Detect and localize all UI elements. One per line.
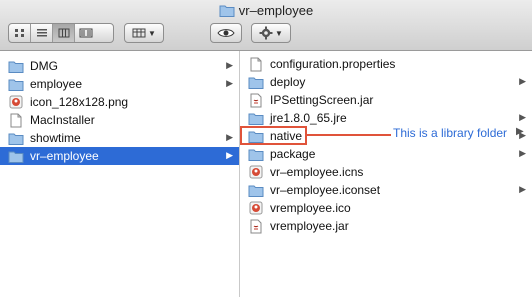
list-view-button[interactable] [31, 24, 53, 42]
left-row[interactable]: showtime ▶ [0, 129, 239, 147]
file-name: deploy [270, 75, 306, 89]
disclosure-arrow-icon: ▶ [226, 78, 233, 88]
window-title: vr–employee [0, 3, 532, 20]
quick-look-button[interactable] [210, 23, 242, 43]
folder-icon [219, 4, 235, 20]
file-name: MacInstaller [30, 113, 95, 127]
folder-icon [8, 131, 24, 145]
file-name: DMG [30, 59, 58, 73]
eye-icon [217, 29, 235, 37]
jar-file-icon [248, 93, 264, 107]
image-file-icon [248, 165, 264, 179]
column-view-button[interactable] [53, 24, 75, 42]
file-name: vremployee.ico [270, 201, 351, 215]
file-name: vr–employee.icns [270, 165, 364, 179]
column-2: configuration.properties deploy ▶ IPSetting… [240, 51, 532, 297]
disclosure-arrow-icon: ▶ [519, 184, 526, 194]
file-name: icon_128x128.png [30, 95, 129, 109]
file-name: vr–employee [30, 149, 99, 163]
file-name: package [270, 147, 316, 161]
list-view-icon [36, 29, 47, 37]
window-titlebar: vr–employee ▼ ▼ [0, 0, 532, 51]
jar-file-icon [248, 219, 264, 233]
disclosure-arrow-icon: ▶ [226, 150, 233, 160]
file-name: configuration.properties [270, 57, 396, 71]
column-browser: DMG ▶ employee ▶ icon_128x128.png MacInstalle… [0, 51, 532, 297]
coverflow-view-icon [79, 28, 93, 38]
column-1-list: DMG ▶ employee ▶ icon_128x128.png MacInstalle… [0, 51, 239, 165]
window-title-text: vr–employee [238, 3, 314, 18]
document-icon [248, 57, 264, 71]
view-mode-group [8, 23, 114, 43]
chevron-down-icon: ▼ [275, 28, 283, 38]
right-row[interactable]: deploy ▶ [240, 73, 532, 91]
right-row[interactable]: package ▶ [240, 145, 532, 163]
annotation-line [307, 134, 391, 136]
gear-icon [259, 26, 273, 40]
right-row[interactable]: vremployee.jar [240, 217, 532, 235]
right-row[interactable]: configuration.properties [240, 55, 532, 73]
column-view-icon [58, 28, 69, 38]
icon-view-button[interactable] [9, 24, 31, 42]
file-name: employee [30, 77, 83, 91]
left-row[interactable]: DMG ▶ [0, 57, 239, 75]
annotation-highlight-box [240, 126, 307, 145]
folder-icon [248, 111, 264, 125]
file-name: vremployee.jar [270, 219, 349, 233]
disclosure-arrow-icon: ▶ [519, 112, 526, 122]
disclosure-arrow-icon: ▶ [519, 148, 526, 158]
disclosure-arrow-icon: ▶ [519, 76, 526, 86]
icon-view-icon [14, 29, 24, 37]
action-button[interactable]: ▼ [251, 23, 291, 43]
left-row[interactable]: vr–employee ▶ [0, 147, 239, 165]
left-row[interactable]: employee ▶ [0, 75, 239, 93]
left-row[interactable]: MacInstaller [0, 111, 239, 129]
image-file-icon [8, 95, 24, 109]
folder-icon [8, 59, 24, 73]
file-name: IPSettingScreen.jar [270, 93, 374, 107]
folder-icon [248, 147, 264, 161]
disclosure-arrow-icon: ▶ [516, 126, 524, 137]
right-row[interactable]: vr–employee.iconset ▶ [240, 181, 532, 199]
right-row[interactable]: IPSettingScreen.jar [240, 91, 532, 109]
file-name: vr–employee.iconset [270, 183, 381, 197]
file-name: jre1.8.0_65.jre [270, 111, 347, 125]
chevron-down-icon: ▼ [148, 28, 156, 38]
disclosure-arrow-icon: ▶ [226, 132, 233, 142]
folder-icon [248, 183, 264, 197]
column-1: DMG ▶ employee ▶ icon_128x128.png MacInstalle… [0, 51, 240, 297]
folder-icon [8, 149, 24, 163]
folder-icon [8, 77, 24, 91]
right-row[interactable]: vremployee.ico [240, 199, 532, 217]
right-row[interactable]: vr–employee.icns [240, 163, 532, 181]
coverflow-view-button[interactable] [75, 24, 97, 42]
folder-icon [248, 75, 264, 89]
document-icon [8, 113, 24, 127]
file-name: showtime [30, 131, 81, 145]
left-row[interactable]: icon_128x128.png [0, 93, 239, 111]
right-row[interactable]: jre1.8.0_65.jre ▶ [240, 109, 532, 127]
disclosure-arrow-icon: ▶ [226, 60, 233, 70]
image-file-icon [248, 201, 264, 215]
arrange-icon [132, 28, 146, 38]
annotation-text: This is a library folder [393, 126, 508, 140]
arrange-button[interactable]: ▼ [124, 23, 164, 43]
